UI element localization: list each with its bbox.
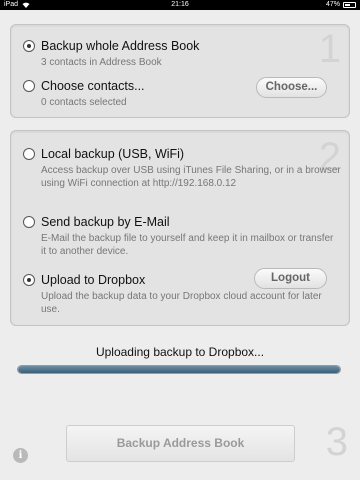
- progress-bar: [17, 365, 341, 374]
- step-number-3: 3: [325, 420, 348, 464]
- progress-fill: [18, 366, 340, 373]
- choose-button[interactable]: Choose...: [256, 77, 327, 98]
- contacts-selection-panel: 1 Backup whole Address Book 3 contacts i…: [10, 24, 350, 118]
- option-label: Local backup (USB, WiFi): [41, 147, 185, 161]
- radio-choose-contacts[interactable]: [23, 80, 35, 92]
- option-subtitle: E-Mail the backup file to yourself and k…: [41, 233, 334, 257]
- option-local-backup[interactable]: Local backup (USB, WiFi) Access backup o…: [23, 147, 341, 197]
- clock: 21:16: [171, 1, 189, 8]
- radio-backup-whole[interactable]: [23, 40, 35, 52]
- option-label: Upload to Dropbox: [41, 273, 146, 287]
- radio-dropbox-upload[interactable]: [23, 274, 35, 286]
- option-label: Backup whole Address Book: [41, 39, 200, 53]
- radio-email-backup[interactable]: [23, 216, 35, 228]
- battery-percent: 47%: [325, 1, 340, 8]
- radio-local-backup[interactable]: [23, 148, 35, 160]
- option-subtitle: Upload the backup data to your Dropbox c…: [41, 291, 322, 315]
- battery-icon: [343, 2, 356, 8]
- info-icon[interactable]: i: [13, 448, 28, 463]
- progress-label: Uploading backup to Dropbox...: [95, 345, 265, 359]
- option-subtitle: Access backup over USB using iTunes File…: [41, 165, 341, 189]
- destination-panel: 2 Local backup (USB, WiFi) Access backup…: [10, 130, 350, 326]
- option-subtitle: 3 contacts in Address Book: [41, 57, 162, 68]
- status-bar: iPad 21:16 47%: [0, 0, 360, 10]
- option-label: Choose contacts...: [41, 79, 145, 93]
- option-backup-whole[interactable]: Backup whole Address Book 3 contacts in …: [23, 39, 337, 73]
- option-label: Send backup by E-Mail: [41, 215, 170, 229]
- backup-address-book-button[interactable]: Backup Address Book: [66, 425, 295, 462]
- logout-button[interactable]: Logout: [254, 268, 327, 289]
- option-email-backup[interactable]: Send backup by E-Mail E-Mail the backup …: [23, 215, 337, 265]
